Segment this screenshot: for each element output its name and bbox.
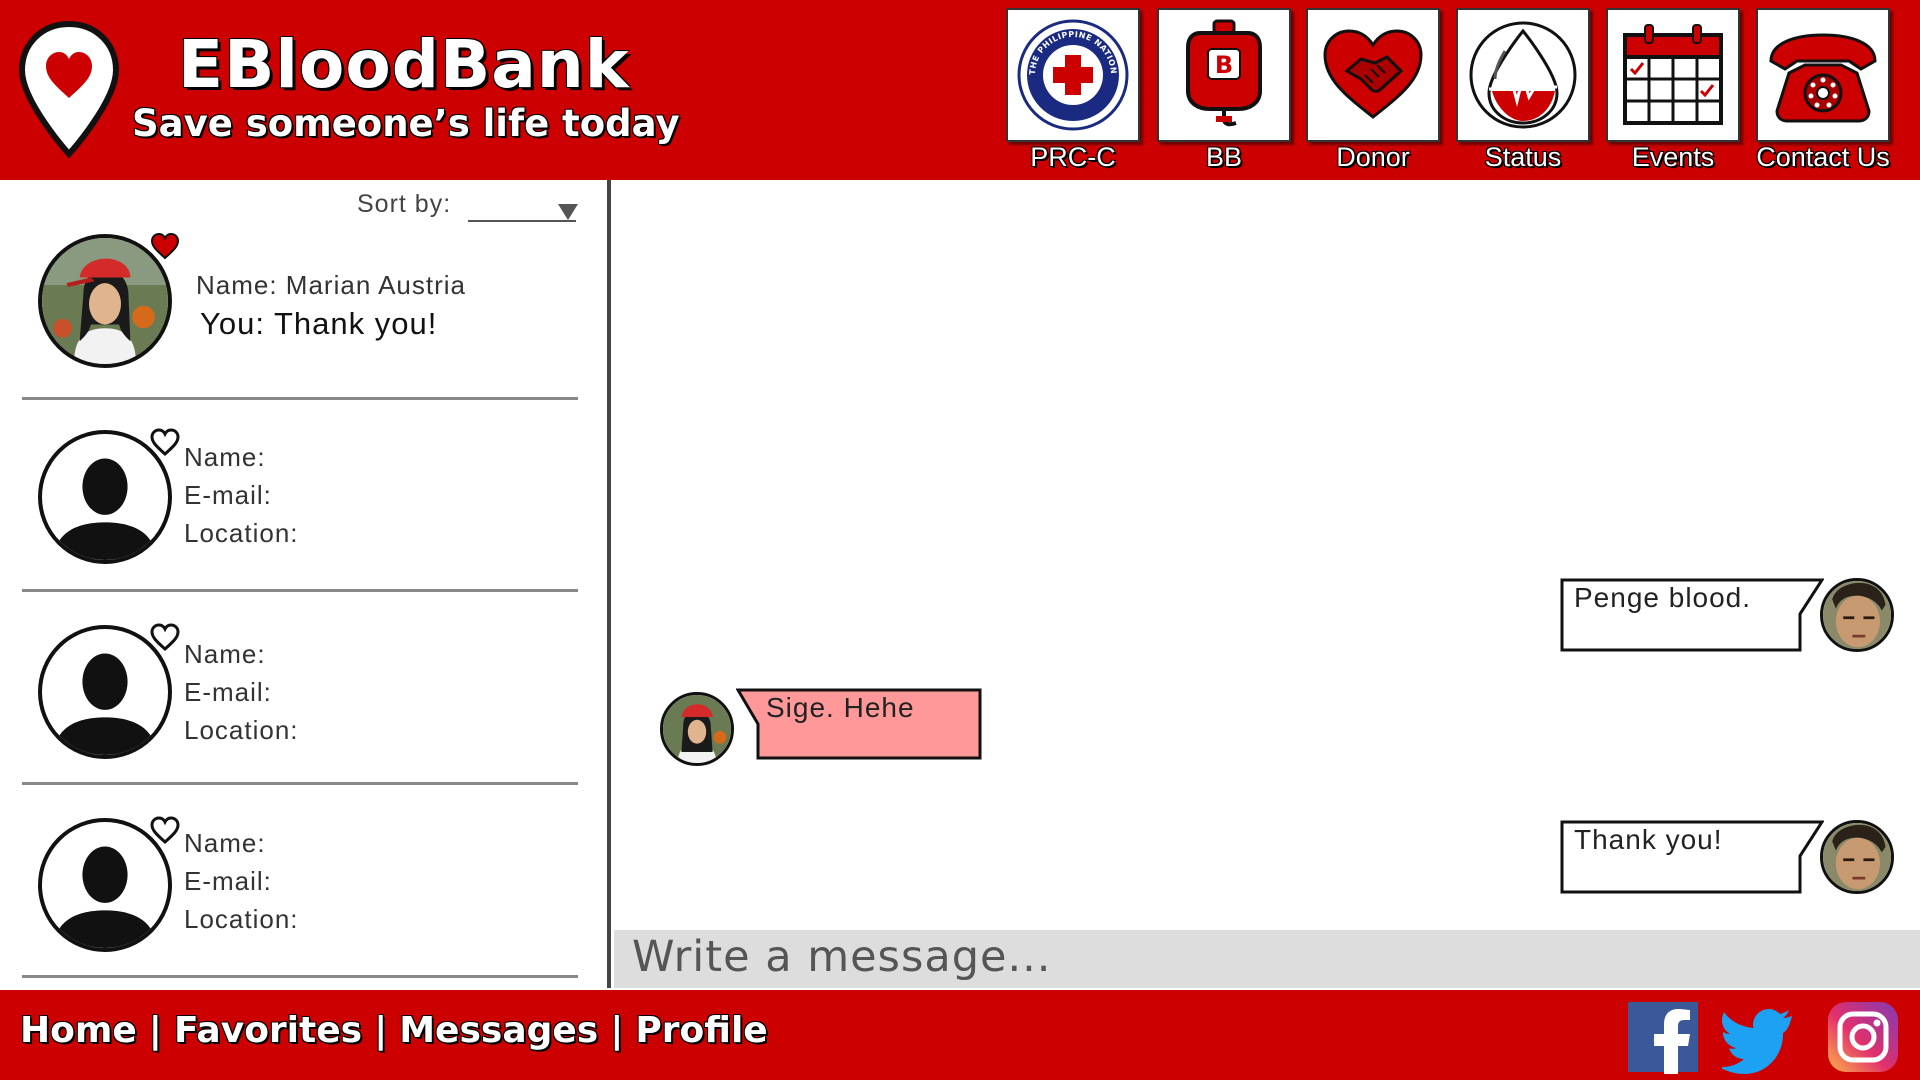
calendar-icon [1623, 24, 1723, 125]
message-input[interactable]: Write a message... [614, 930, 1920, 988]
footer-separator: | [374, 1010, 388, 1051]
contact-name: Name: [184, 442, 266, 472]
nav-status-tile[interactable] [1456, 8, 1590, 142]
message-incoming: Sige. Hehe [736, 688, 982, 760]
footer-link-profile[interactable]: Profile [635, 1010, 767, 1051]
instagram-icon[interactable] [1826, 1000, 1900, 1074]
nav-contact-us-tile[interactable] [1756, 8, 1890, 142]
nav-status-label: Status [1484, 142, 1562, 172]
footer-link-messages[interactable]: Messages [399, 1010, 598, 1051]
profile-photo-icon [1823, 581, 1891, 649]
my-avatar [1820, 578, 1894, 652]
nav-events-label: Events [1631, 142, 1715, 172]
favorite-heart-icon[interactable] [150, 816, 180, 844]
footer-link-favorites[interactable]: Favorites [174, 1010, 362, 1051]
facebook-icon[interactable] [1626, 1000, 1700, 1074]
contact-item[interactable]: Name: Marian Austria You: Thank you! [22, 210, 578, 400]
nav-prc-c[interactable]: THE PHILIPPINE NATIONAL RED CROSS PRC-C [1006, 8, 1140, 176]
app-tagline: Save someone’s life today [132, 102, 680, 145]
contact-item[interactable]: Name: E-mail: Location: [22, 402, 578, 592]
message-outgoing: Thank you! [1560, 820, 1824, 896]
message-outgoing: Penge blood. [1560, 578, 1824, 654]
message-text: Penge blood. [1574, 582, 1752, 613]
nav-bb[interactable]: B BB [1157, 8, 1291, 176]
contact-name: Name: [184, 639, 266, 669]
footer-link-home[interactable]: Home [20, 1010, 137, 1051]
nav-donor[interactable]: Donor [1306, 8, 1440, 176]
nav-events-tile[interactable] [1606, 8, 1740, 142]
contact-name: Name: [184, 828, 266, 858]
nav-donor-label: Donor [1336, 142, 1410, 172]
nav-prc-c-label: PRC-C [1030, 142, 1116, 172]
list-divider [22, 397, 578, 400]
my-avatar [1820, 820, 1894, 894]
list-divider [22, 782, 578, 785]
profile-photo-icon [1823, 823, 1891, 891]
contact-item[interactable]: Name: E-mail: Location: [22, 788, 578, 978]
nav-status[interactable]: Status [1456, 8, 1590, 176]
nav-prc-c-tile[interactable]: THE PHILIPPINE NATIONAL RED CROSS [1006, 8, 1140, 142]
heart-handshake-icon [1323, 29, 1423, 119]
message-text: Sige. Hehe [766, 692, 915, 723]
contact-email: E-mail: [184, 480, 272, 510]
nav-bb-label: BB [1205, 142, 1243, 172]
message-text: Thank you! [1574, 824, 1723, 855]
footer-nav: Home | Favorites | Messages | Profile [20, 1010, 768, 1051]
contact-location: Location: [184, 904, 299, 934]
favorite-heart-icon[interactable] [150, 232, 180, 260]
contact-location: Location: [184, 518, 299, 548]
nav-events[interactable]: Events [1606, 8, 1740, 176]
list-divider [22, 975, 578, 978]
telephone-icon [1769, 33, 1877, 123]
favorite-heart-icon[interactable] [150, 623, 180, 651]
chat-panel [611, 180, 1920, 930]
nav-donor-tile[interactable] [1306, 8, 1440, 142]
contact-email: E-mail: [184, 866, 272, 896]
list-divider [22, 589, 578, 592]
nav-bb-tile[interactable]: B [1157, 8, 1291, 142]
blood-drop-heartbeat-icon [1469, 21, 1577, 129]
heart-location-pin-icon [18, 20, 120, 159]
footer-separator: | [148, 1010, 162, 1051]
contact-avatar [660, 692, 734, 766]
nav-contact-us-label: Contact Us [1756, 142, 1890, 172]
footer-separator: | [610, 1010, 624, 1051]
profile-photo-icon [663, 695, 731, 763]
twitter-icon[interactable] [1722, 1000, 1796, 1074]
contact-email: E-mail: [184, 677, 272, 707]
blood-bag-icon: B [1186, 19, 1262, 127]
contact-name: Name: Marian Austria [196, 270, 466, 300]
red-cross-seal-icon: THE PHILIPPINE NATIONAL RED CROSS [1015, 17, 1129, 131]
contact-item[interactable]: Name: E-mail: Location: [22, 595, 578, 785]
contact-last-message: You: Thank you! [200, 306, 438, 341]
svg-text:B: B [1215, 51, 1233, 79]
app-title: EBloodBank [178, 26, 630, 103]
nav-contact-us[interactable]: Contact Us [1756, 8, 1890, 176]
favorite-heart-icon[interactable] [150, 428, 180, 456]
message-input-placeholder: Write a message... [632, 932, 1052, 982]
contact-location: Location: [184, 715, 299, 745]
